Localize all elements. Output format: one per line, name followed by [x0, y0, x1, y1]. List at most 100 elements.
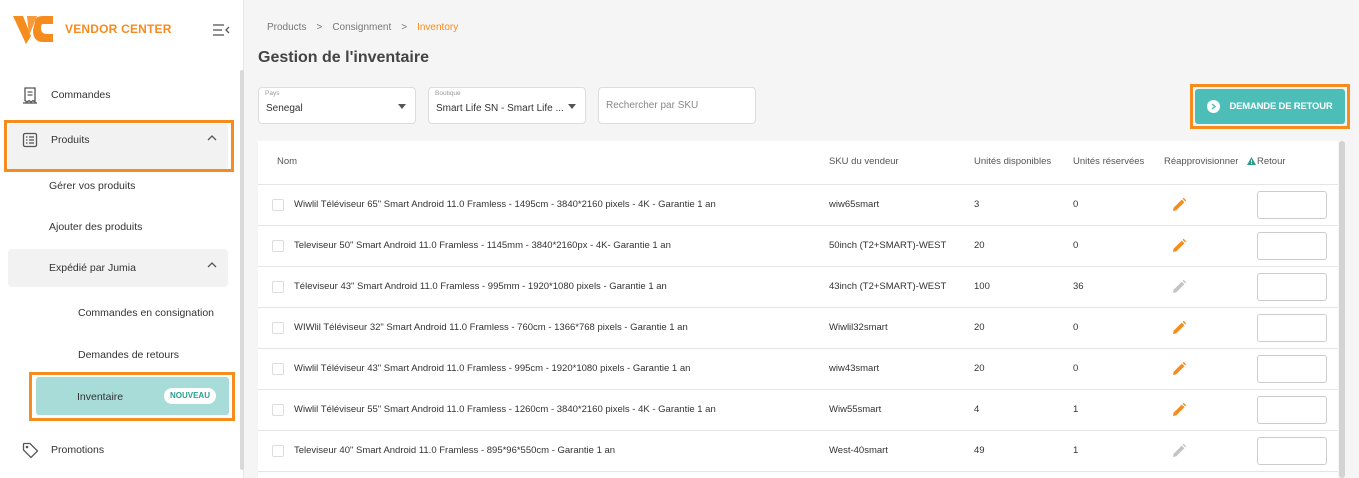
collapse-menu-icon[interactable] [212, 22, 230, 38]
table-row[interactable]: Wiwlil Téléviseur 43" Smart Android 11.0… [258, 349, 1338, 390]
units-reserved: 0 [1073, 363, 1079, 374]
edit-pencil-icon[interactable] [1171, 361, 1187, 377]
units-reserved: 36 [1073, 281, 1084, 292]
units-available: 4 [974, 404, 980, 415]
return-quantity-input[interactable] [1257, 273, 1327, 301]
units-available: 3 [974, 199, 980, 210]
brand-name: VENDOR CENTER [65, 22, 172, 36]
vendor-sku: Wiwlil32smart [829, 322, 888, 333]
row-checkbox[interactable] [272, 363, 284, 375]
chevron-up-icon[interactable] [206, 261, 218, 269]
units-reserved: 1 [1073, 445, 1079, 456]
brand-logo[interactable]: VENDOR CENTER [13, 14, 172, 44]
units-reserved: 0 [1073, 199, 1079, 210]
return-quantity-input[interactable] [1257, 314, 1327, 342]
chevron-up-icon[interactable] [206, 134, 218, 142]
breadcrumb: Products > Consignment > Inventory [267, 22, 458, 33]
table-scrollbar[interactable] [1339, 141, 1345, 478]
sidebar-item-expedie-jumia[interactable]: Expédié par Jumia [49, 262, 136, 274]
table-row[interactable]: Wiwlil Téléviseur 55" Smart Android 11.0… [258, 390, 1338, 431]
sidebar-item-label: Commandes [51, 89, 111, 101]
return-quantity-input[interactable] [1257, 355, 1327, 383]
sidebar-item-inventaire[interactable]: Inventaire NOUVEAU [36, 377, 229, 415]
return-quantity-input[interactable] [1257, 191, 1327, 219]
sidebar-item-promotions[interactable]: Promotions [21, 441, 104, 459]
boutique-select[interactable]: Boutique Smart Life SN - Smart Life ... [428, 87, 586, 124]
boutique-value: Smart Life SN - Smart Life ... [436, 103, 564, 114]
header-sku: SKU du vendeur [829, 156, 899, 167]
header-reapprovisionner: Réapprovisionner [1164, 156, 1239, 167]
header-unites-disponibles: Unités disponibles [974, 156, 1052, 167]
demande-retour-label: DEMANDE DE RETOUR [1229, 101, 1333, 112]
product-name: WIWlil Téléviseur 32" Smart Android 11.0… [294, 322, 688, 333]
sidebar-item-commandes-consignation[interactable]: Commandes en consignation [78, 307, 214, 319]
sidebar: VENDOR CENTER Commandes Produits Gérer v… [0, 0, 244, 478]
table-header: Nom SKU du vendeur Unités disponibles Un… [258, 141, 1338, 185]
units-available: 100 [974, 281, 990, 292]
product-name: Wiwlil Téléviseur 55" Smart Android 11.0… [294, 404, 716, 415]
edit-pencil-icon[interactable] [1171, 238, 1187, 254]
edit-pencil-icon [1173, 279, 1187, 293]
vendor-sku: 43inch (T2+SMART)-WEST [829, 281, 947, 292]
return-quantity-input[interactable] [1257, 437, 1327, 465]
sidebar-scrollbar[interactable] [240, 70, 244, 470]
row-checkbox[interactable] [272, 445, 284, 457]
edit-pencil-icon[interactable] [1171, 197, 1187, 213]
units-reserved: 1 [1073, 404, 1079, 415]
dropdown-arrow-icon [398, 104, 406, 109]
arrow-right-circle-icon [1207, 100, 1221, 113]
row-checkbox[interactable] [272, 199, 284, 211]
row-checkbox[interactable] [272, 240, 284, 252]
units-available: 20 [974, 240, 985, 251]
edit-pencil-icon[interactable] [1171, 402, 1187, 418]
sidebar-item-label: Inventaire [77, 391, 124, 403]
breadcrumb-consignment[interactable]: Consignment [332, 22, 391, 33]
sidebar-item-ajouter-produits[interactable]: Ajouter des produits [49, 221, 142, 233]
return-quantity-input[interactable] [1257, 396, 1327, 424]
table-row[interactable]: Téleviseur 43" Smart Android 11.0 Framle… [258, 267, 1338, 308]
product-name: Televiseur 50" Smart Android 11.0 Framle… [294, 240, 671, 251]
demande-retour-button[interactable]: DEMANDE DE RETOUR [1195, 89, 1345, 124]
vendor-center-logo-icon [13, 16, 53, 44]
vendor-sku: 50inch (T2+SMART)-WEST [829, 240, 947, 251]
sidebar-item-gerer-produits[interactable]: Gérer vos produits [49, 180, 135, 192]
edit-pencil-icon[interactable] [1171, 320, 1187, 336]
sidebar-item-label: Produits [51, 134, 90, 146]
units-reserved: 0 [1073, 322, 1079, 333]
dropdown-arrow-icon [568, 104, 576, 109]
receipt-icon [21, 86, 39, 104]
units-reserved: 0 [1073, 240, 1079, 251]
row-checkbox[interactable] [272, 404, 284, 416]
row-checkbox[interactable] [272, 322, 284, 334]
header-retour: Retour [1257, 156, 1286, 167]
vendor-sku: wiw65smart [829, 199, 880, 210]
edit-pencil-icon [1173, 443, 1187, 457]
table-row[interactable]: WIWlil Téléviseur 32" Smart Android 11.0… [258, 308, 1338, 349]
sidebar-item-produits[interactable]: Produits [21, 131, 90, 149]
vendor-sku: wiw43smart [829, 363, 880, 374]
inventory-table: Nom SKU du vendeur Unités disponibles Un… [258, 141, 1338, 478]
sidebar-item-demandes-retours[interactable]: Demandes de retours [78, 349, 179, 361]
pays-value: Senegal [266, 103, 303, 114]
table-row[interactable]: Wiwlil Téléviseur 65" Smart Android 11.0… [258, 185, 1338, 226]
units-available: 49 [974, 445, 985, 456]
vendor-sku: West-40smart [829, 445, 888, 456]
product-name: Wiwlil Téléviseur 43" Smart Android 11.0… [294, 363, 691, 374]
units-available: 20 [974, 322, 985, 333]
table-row[interactable]: Televiseur 50" Smart Android 11.0 Framle… [258, 226, 1338, 267]
pays-select[interactable]: Pays Senegal [258, 87, 416, 124]
pays-label: Pays [265, 90, 280, 97]
warning-triangle-icon [1247, 157, 1256, 165]
table-row[interactable]: Televiseur 40" Smart Android 11.0 Framle… [258, 431, 1338, 472]
vendor-sku: Wiw55smart [829, 404, 882, 415]
row-checkbox[interactable] [272, 281, 284, 293]
sidebar-item-commandes[interactable]: Commandes [21, 86, 111, 104]
product-name: Televiseur 40" Smart Android 11.0 Framle… [294, 445, 616, 456]
sku-search-field[interactable] [598, 87, 756, 124]
return-quantity-input[interactable] [1257, 232, 1327, 260]
breadcrumb-inventory: Inventory [417, 22, 459, 33]
header-unites-reservees: Unités réservées [1073, 156, 1145, 167]
sku-search-input[interactable] [599, 88, 755, 123]
breadcrumb-products[interactable]: Products [267, 22, 306, 33]
breadcrumb-separator: > [316, 22, 323, 33]
